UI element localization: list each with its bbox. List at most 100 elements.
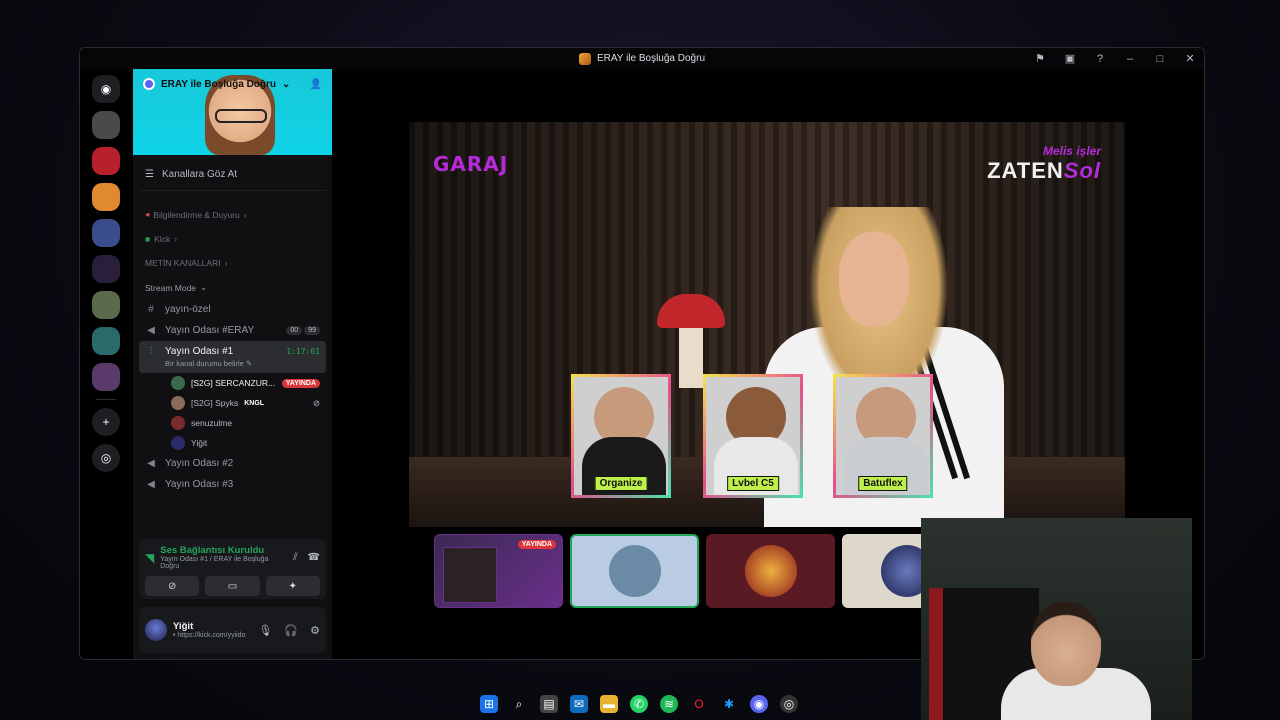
show-logo-accent: Sol bbox=[1063, 158, 1101, 183]
signal-icon[interactable]: ◥ bbox=[145, 551, 154, 565]
rail-separator bbox=[96, 399, 116, 400]
title-bar: ERAY ile Boşluğa Doğru ⚑ ▣ ? – □ ✕ bbox=[80, 48, 1204, 69]
server-icon-1[interactable] bbox=[92, 111, 120, 139]
garaj-logo: GARAJ bbox=[433, 152, 509, 176]
activities-button[interactable]: ✦ bbox=[265, 576, 320, 596]
voice-status-title: Ses Bağlantısı Kuruldu bbox=[160, 545, 265, 556]
file-explorer-icon[interactable]: ▬ bbox=[600, 695, 618, 713]
channel-yayin-1[interactable]: ⫶ Yayın Odası #1 1:17:01 Bir kanal durum… bbox=[139, 341, 326, 373]
headphones-icon[interactable]: 🎧 bbox=[284, 624, 298, 637]
category-label: Bilgilendirme & Duyuru bbox=[153, 209, 240, 220]
guest-name: Batuflex bbox=[858, 476, 908, 491]
avatar[interactable] bbox=[145, 619, 167, 641]
server-icon-2[interactable] bbox=[92, 147, 120, 175]
channel-yayin-eray[interactable]: ◀ Yayın Odası #ERAY 00 99 bbox=[139, 320, 326, 341]
discord-icon[interactable]: ◉ bbox=[750, 695, 768, 713]
streamer-webcam bbox=[921, 518, 1192, 720]
lamp-base bbox=[679, 328, 703, 388]
voice-user[interactable]: senuzulme bbox=[139, 413, 326, 433]
screen-share-button[interactable]: ▭ bbox=[205, 576, 260, 596]
channel-status[interactable]: Bir kanal durumu belirle ✎ bbox=[145, 359, 320, 368]
server-icon-3[interactable] bbox=[92, 183, 120, 211]
pencil-icon: ✎ bbox=[245, 359, 253, 368]
channel-label: yayın-özel bbox=[165, 304, 211, 315]
voice-user[interactable]: [S2G] Spyks KNGL ⊘ bbox=[139, 393, 326, 413]
invite-icon[interactable]: 👤 bbox=[310, 79, 322, 90]
spotify-icon[interactable]: ≋ bbox=[660, 695, 678, 713]
channel-yayin-2[interactable]: ◀ Yayın Odası #2 bbox=[139, 453, 326, 474]
server-name: ERAY ile Boşluğa Doğru bbox=[161, 78, 277, 90]
guest-card: Lvbel C5 bbox=[703, 374, 803, 498]
steam-icon[interactable]: ✱ bbox=[720, 695, 738, 713]
host-face bbox=[839, 232, 909, 327]
camera-off-button[interactable]: ⊘ bbox=[145, 576, 200, 596]
store-icon[interactable]: ▤ bbox=[540, 695, 558, 713]
participant-tile[interactable] bbox=[706, 534, 835, 608]
channel-yayin-ozel[interactable]: # yayın-özel bbox=[139, 299, 326, 320]
channel-list: ☰ Kanallara Göz At ◂ Bilgilendirme & Duy… bbox=[133, 155, 332, 503]
category-info[interactable]: ◂ Bilgilendirme & Duyuru › bbox=[139, 201, 326, 226]
discord-home-icon[interactable]: ◉ bbox=[92, 75, 120, 103]
participant-tile-stream[interactable]: YAYINDA bbox=[434, 534, 563, 608]
avatar bbox=[171, 396, 185, 410]
voice-status-subtitle[interactable]: Yayın Odası #1 / ERAY ile Boşluğa Doğru bbox=[160, 556, 287, 570]
channel-sidebar: ERAY ile Boşluğa Doğru ⌄ 👤 ☰ Kanallara G… bbox=[133, 69, 332, 659]
category-kick[interactable]: ■ Kick › bbox=[139, 226, 326, 250]
voice-user[interactable]: Yiğit bbox=[139, 433, 326, 453]
chevron-down-icon: ⌄ bbox=[200, 282, 208, 292]
outlook-icon[interactable]: ✉ bbox=[570, 695, 588, 713]
show-logo: Melis işler ZATENSol bbox=[987, 144, 1101, 184]
chevron-right-icon: › bbox=[243, 209, 247, 220]
discover-icon[interactable]: ◎ bbox=[92, 444, 120, 472]
taskbar: ⊞ ⌕ ▤ ✉ ▬ ✆ ≋ O ✱ ◉ ◎ bbox=[480, 690, 798, 718]
server-folder-icon-2[interactable] bbox=[92, 363, 120, 391]
voice-user[interactable]: [S2G] SERCANZUR... YAYINDA bbox=[139, 373, 326, 393]
noise-suppression-icon[interactable]: ⫽ bbox=[293, 552, 297, 563]
user-panel: Yiğit • https://kick.com/yyiido 🎙 🎧 ⚙ bbox=[139, 607, 326, 653]
voice-user-name: Yiğit bbox=[191, 438, 208, 448]
chevron-down-icon: ⌄ bbox=[282, 78, 291, 90]
speaker-icon: ◀ bbox=[147, 325, 155, 336]
avatar bbox=[744, 545, 797, 597]
live-badge: YAYINDA bbox=[281, 378, 320, 388]
channel-yayin-3[interactable]: ◀ Yayın Odası #3 bbox=[139, 474, 326, 495]
speaker-icon: ◀ bbox=[147, 458, 155, 469]
maximize-button[interactable]: □ bbox=[1152, 53, 1168, 65]
settings-icon[interactable]: ⚙ bbox=[310, 624, 320, 637]
hashtag-icon: # bbox=[148, 304, 154, 315]
voice-active-icon: ⫶ bbox=[149, 346, 153, 357]
voice-user-name: senuzulme bbox=[191, 418, 233, 428]
whatsapp-icon[interactable]: ✆ bbox=[630, 695, 648, 713]
windows-start-icon[interactable]: ⊞ bbox=[480, 695, 498, 713]
search-icon[interactable]: ⌕ bbox=[510, 695, 528, 713]
list-icon: ☰ bbox=[145, 169, 154, 180]
inbox-icon[interactable]: ▣ bbox=[1062, 52, 1078, 65]
server-header[interactable]: ERAY ile Boşluğa Doğru ⌄ 👤 bbox=[143, 78, 322, 90]
participant-tile[interactable] bbox=[570, 534, 699, 608]
flag-icon[interactable]: ⚑ bbox=[1032, 52, 1048, 65]
guest-card: Batuflex bbox=[833, 374, 933, 498]
minimize-button[interactable]: – bbox=[1122, 53, 1138, 65]
muted-icon: ⊘ bbox=[312, 397, 320, 408]
speaker-icon: ◀ bbox=[147, 479, 155, 490]
category-stream-mode[interactable]: Stream Mode ⌄ bbox=[139, 274, 326, 299]
server-icon-4[interactable] bbox=[92, 219, 120, 247]
voice-user-name: [S2G] SERCANZUR... bbox=[191, 378, 276, 388]
browse-channels[interactable]: ☰ Kanallara Göz At bbox=[139, 163, 326, 191]
stream-preview bbox=[443, 547, 497, 603]
help-icon[interactable]: ? bbox=[1092, 53, 1108, 65]
microphone-icon[interactable]: 🎙 bbox=[258, 624, 272, 637]
browse-label: Kanallara Göz At bbox=[161, 169, 238, 180]
disconnect-icon[interactable]: ☎ bbox=[308, 552, 320, 563]
stream-video[interactable]: GARAJ Melis işler ZATENSol Organize Lvbe… bbox=[409, 122, 1125, 527]
obs-icon[interactable]: ◎ bbox=[780, 695, 798, 713]
category-metin[interactable]: METİN KANALLARI › bbox=[139, 250, 326, 274]
channel-label: Yayın Odası #1 bbox=[165, 346, 234, 357]
close-button[interactable]: ✕ bbox=[1182, 52, 1198, 65]
window-title: ERAY ile Boşluğa Doğru bbox=[596, 53, 706, 64]
opera-icon[interactable]: O bbox=[690, 695, 708, 713]
add-server-icon[interactable]: + bbox=[92, 408, 120, 436]
server-icon-6[interactable] bbox=[92, 291, 120, 319]
server-folder-icon[interactable] bbox=[92, 327, 120, 355]
server-icon-5[interactable] bbox=[92, 255, 120, 283]
